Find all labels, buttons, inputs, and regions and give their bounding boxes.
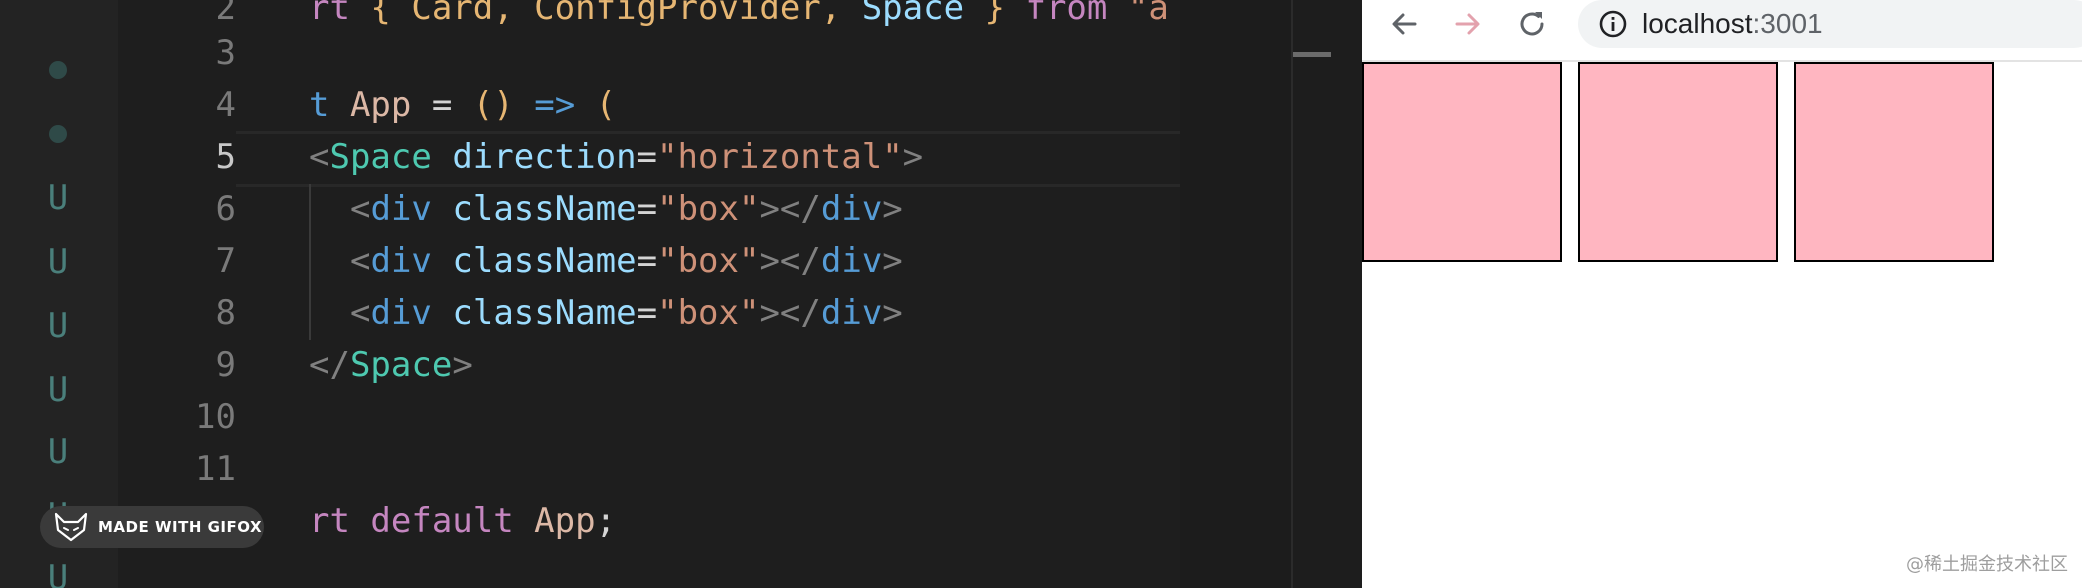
source-control-gutter: U U U U U U U	[0, 0, 118, 588]
gifox-watermark-badge: MADE WITH GIFOX	[40, 506, 264, 548]
token: ;	[595, 501, 617, 541]
token: }	[964, 0, 1026, 28]
page-viewport	[1362, 62, 2082, 588]
token: t	[309, 85, 350, 125]
code-line-8[interactable]: <div className="box"></div>	[350, 287, 903, 339]
token: (	[595, 85, 617, 125]
token: >	[882, 293, 903, 333]
token: className	[431, 241, 637, 281]
token: "box"	[657, 189, 760, 229]
token: ()	[472, 85, 514, 125]
line-number: 9	[215, 345, 236, 385]
code-line-4[interactable]: t App = () => (	[309, 79, 616, 131]
scm-untracked-marker: U	[47, 178, 69, 218]
reload-button[interactable]	[1510, 2, 1554, 46]
arrow-left-icon	[1392, 13, 1417, 35]
token: >	[452, 345, 473, 385]
code-line-12[interactable]: rt default App;	[309, 495, 616, 547]
info-icon[interactable]	[1598, 9, 1628, 39]
line-number: 10	[195, 397, 236, 437]
token: =	[636, 293, 658, 333]
token: App	[534, 501, 596, 541]
code-editor[interactable]: U U U U U U U 2 3 4 5 6 7 8 9 10 11 12 r…	[0, 0, 1362, 588]
token: "box"	[657, 293, 760, 333]
token: from	[1025, 0, 1108, 28]
scm-dot-marker	[40, 108, 76, 160]
token: div	[820, 293, 883, 333]
scm-untracked-marker: U	[47, 242, 69, 282]
token: >	[882, 189, 903, 229]
line-number: 4	[215, 85, 236, 125]
token: Space	[861, 0, 965, 28]
line-number: 3	[215, 33, 236, 73]
minimap-slider[interactable]	[1293, 52, 1331, 57]
scm-untracked-marker: U	[47, 558, 69, 588]
token: Space	[349, 345, 453, 385]
token: rt default	[309, 501, 535, 541]
line-number: 7	[215, 241, 236, 281]
line-number: 8	[215, 293, 236, 333]
token: rt	[309, 0, 371, 28]
line-number: 11	[195, 449, 236, 489]
pink-box	[1794, 62, 1994, 262]
line-number: 6	[215, 189, 236, 229]
token: =	[636, 241, 658, 281]
token: <	[350, 241, 371, 281]
browser-window[interactable]: localhost:3001 @稀土掘金技术社区	[1362, 0, 2082, 588]
code-line-9[interactable]: </Space>	[309, 339, 473, 391]
token: className	[431, 189, 637, 229]
token: ></	[759, 189, 821, 229]
token: Space	[329, 137, 432, 177]
fox-logo-icon	[54, 512, 88, 542]
token: >	[882, 241, 903, 281]
token: "horizontal"	[657, 137, 903, 177]
token: App	[349, 85, 412, 125]
token: =	[636, 189, 658, 229]
pink-box	[1578, 62, 1778, 262]
code-line-5[interactable]: <Space direction="horizontal">	[309, 131, 923, 183]
gifox-label: MADE WITH GIFOX	[98, 518, 263, 536]
scm-untracked-marker: U	[47, 306, 69, 346]
token: "box"	[657, 241, 760, 281]
scm-untracked-marker: U	[47, 432, 69, 472]
token: </	[309, 345, 350, 385]
token: =	[411, 85, 473, 125]
token: "a	[1107, 0, 1169, 28]
token: =	[636, 137, 658, 177]
reload-icon	[1520, 12, 1544, 36]
token: className	[431, 293, 637, 333]
token: >	[902, 137, 924, 177]
url-host: localhost	[1642, 8, 1753, 39]
token: ></	[759, 293, 821, 333]
url-text[interactable]: localhost:3001	[1642, 8, 1823, 40]
minimap[interactable]	[1291, 0, 1362, 588]
forward-button[interactable]	[1446, 2, 1490, 46]
indent-guide	[309, 184, 311, 340]
token: direction	[431, 137, 637, 177]
token: <	[309, 137, 330, 177]
line-number-active: 5	[215, 137, 236, 177]
code-line-7[interactable]: <div className="box"></div>	[350, 235, 903, 287]
token: div	[370, 241, 432, 281]
token: div	[370, 189, 432, 229]
scm-untracked-marker: U	[47, 370, 69, 410]
token: ></	[759, 241, 821, 281]
token: =>	[513, 85, 596, 125]
token: div	[820, 189, 883, 229]
code-line-6[interactable]: <div className="box"></div>	[350, 183, 903, 235]
pink-box	[1362, 62, 1562, 262]
scm-dot-marker	[40, 44, 76, 96]
arrow-right-icon	[1455, 13, 1480, 35]
token: div	[820, 241, 883, 281]
token: { Card, ConfigProvider,	[370, 0, 862, 28]
address-bar[interactable]: localhost:3001	[1578, 0, 2082, 48]
browser-toolbar: localhost:3001	[1362, 0, 2082, 62]
token: <	[350, 189, 371, 229]
back-button[interactable]	[1382, 2, 1426, 46]
token: <	[350, 293, 371, 333]
url-port: :3001	[1752, 8, 1823, 39]
code-line-2[interactable]: rt { Card, ConfigProvider, Space } from …	[309, 0, 1169, 34]
token: div	[370, 293, 432, 333]
site-watermark: @稀土掘金技术社区	[1906, 554, 2068, 575]
